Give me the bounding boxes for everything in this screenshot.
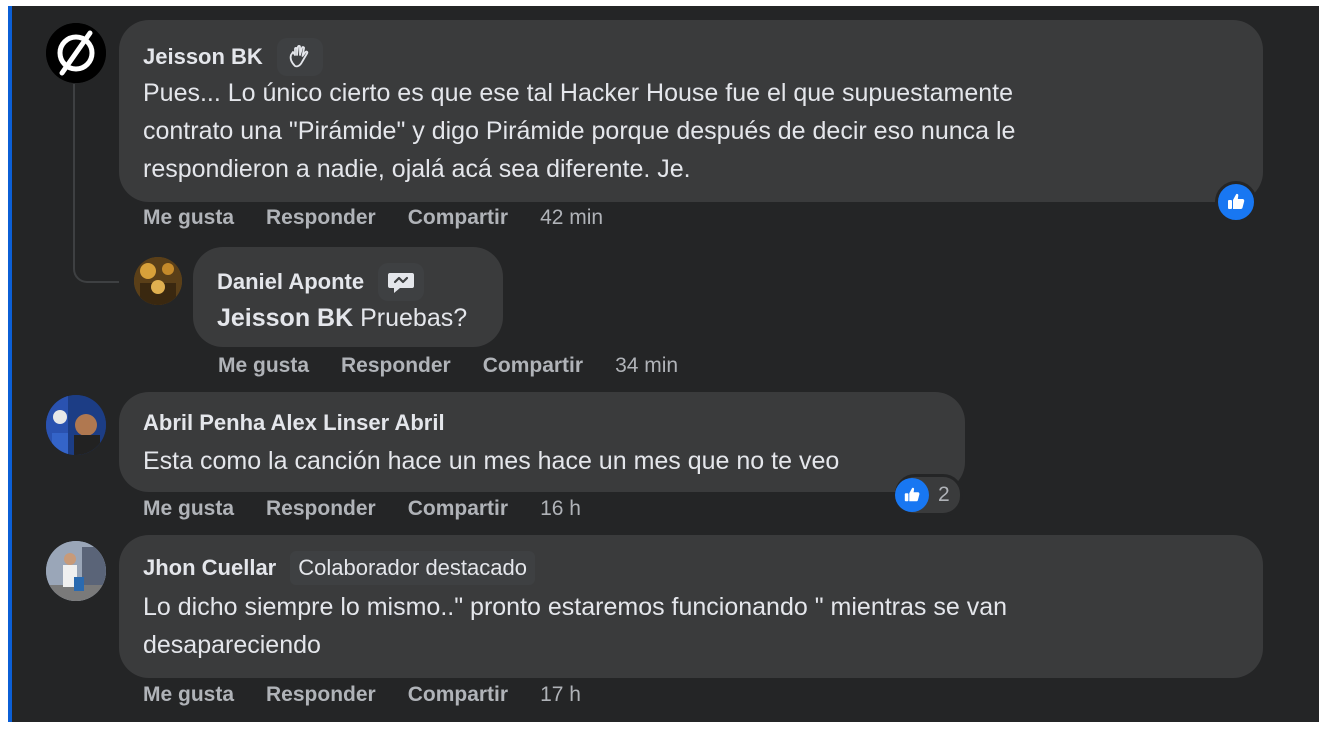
share-button[interactable]: Compartir <box>483 354 583 378</box>
comment-author[interactable]: Abril Penha Alex Linser Abril <box>143 410 445 436</box>
comment-bubble: Abril Penha Alex Linser Abril Esta como … <box>119 392 965 492</box>
reply-button[interactable]: Responder <box>266 497 376 521</box>
reaction-count: 2 <box>938 483 950 506</box>
like-reaction-icon[interactable] <box>1215 181 1257 223</box>
share-button[interactable]: Compartir <box>408 206 508 230</box>
mention-link[interactable]: Jeisson BK <box>217 304 353 332</box>
like-button[interactable]: Me gusta <box>218 354 309 378</box>
like-button[interactable]: Me gusta <box>143 683 234 707</box>
comments-panel: Jeisson BK Pues... Lo único cierto es qu… <box>8 6 1319 722</box>
reply-button[interactable]: Responder <box>341 354 451 378</box>
avatar-photo <box>134 257 182 305</box>
top-contributor-badge[interactable]: Colaborador destacado <box>290 551 535 585</box>
like-button[interactable]: Me gusta <box>143 206 234 230</box>
comment-timestamp[interactable]: 34 min <box>615 354 678 378</box>
like-button[interactable]: Me gusta <box>143 497 234 521</box>
avatar[interactable] <box>46 541 106 601</box>
comment-actions: Me gusta Responder Compartir 16 h <box>143 497 581 521</box>
comment-bubble: Jeisson BK Pues... Lo único cierto es qu… <box>119 20 1263 202</box>
comment-author[interactable]: Jeisson BK <box>143 44 263 70</box>
comment-actions: Me gusta Responder Compartir 17 h <box>143 683 581 707</box>
comment-timestamp[interactable]: 17 h <box>540 683 581 707</box>
no-symbol-logo-icon <box>46 23 106 83</box>
comment-timestamp[interactable]: 42 min <box>540 206 603 230</box>
waving-hand-icon[interactable] <box>276 38 323 76</box>
comment-author[interactable]: Jhon Cuellar <box>143 555 276 581</box>
reply-button[interactable]: Responder <box>266 683 376 707</box>
like-icon <box>895 478 929 512</box>
chat-bubble-icon[interactable] <box>378 263 425 301</box>
comment-text: Pruebas? <box>360 304 468 332</box>
avatar[interactable] <box>46 395 106 455</box>
like-icon <box>1228 193 1245 209</box>
comment-actions: Me gusta Responder Compartir 34 min <box>218 354 678 378</box>
reaction-summary[interactable]: 2 <box>895 474 963 516</box>
comment-text-line: contrato una "Pirámide" y digo Pirámide … <box>143 117 1016 145</box>
thread-connector <box>73 84 119 283</box>
comment-text-line: Pues... Lo único cierto es que ese tal H… <box>143 79 1013 107</box>
comment-bubble: Daniel Aponte Jeisson BK Pruebas? <box>193 247 503 347</box>
comment-text-line: respondieron a nadie, ojalá acá sea dife… <box>143 155 691 183</box>
comment-timestamp[interactable]: 16 h <box>540 497 581 521</box>
avatar-photo <box>46 395 106 455</box>
share-button[interactable]: Compartir <box>408 497 508 521</box>
reply-button[interactable]: Responder <box>266 206 376 230</box>
comment-bubble: Jhon Cuellar Colaborador destacado Lo di… <box>119 535 1263 678</box>
comment-author[interactable]: Daniel Aponte <box>217 269 364 295</box>
avatar[interactable] <box>46 23 106 83</box>
avatar-photo <box>46 541 106 601</box>
share-button[interactable]: Compartir <box>408 683 508 707</box>
comment-text-line: desapareciendo <box>143 631 321 659</box>
avatar[interactable] <box>134 257 182 305</box>
comment-text-line: Lo dicho siempre lo mismo.." pronto esta… <box>143 593 1008 621</box>
comment-actions: Me gusta Responder Compartir 42 min <box>143 206 603 230</box>
panel-left-edge <box>8 6 12 722</box>
comment-text: Esta como la canción hace un mes hace un… <box>143 447 840 475</box>
